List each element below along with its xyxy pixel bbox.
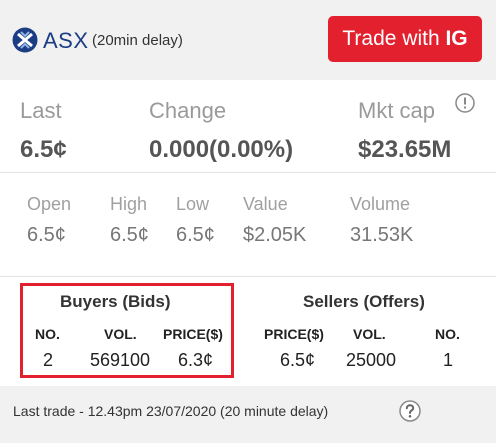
value-stat: Value $2.05K (243, 194, 306, 247)
trade-button-prefix: Trade with (342, 27, 446, 50)
trading-details: Open 6.5¢ High 6.5¢ Low 6.5¢ Value $2.05… (0, 172, 496, 276)
mkt-cap-value: $23.65M (358, 136, 452, 163)
buyers-no-header: NO. (35, 326, 60, 342)
last-label: Last (20, 98, 62, 123)
price-change: Change 0.000(0.00%) (149, 98, 293, 164)
buyers-vol-value: 569100 (90, 350, 151, 370)
sellers-vol-value: 25000 (346, 350, 397, 370)
low-value: 6.5¢ (176, 224, 215, 246)
mkt-cap-label: Mkt cap (358, 98, 436, 123)
delay-note: (20min delay) (92, 32, 183, 49)
buyers-no-value: 2 (43, 350, 54, 370)
trade-button-brand: IG (445, 27, 468, 50)
high-value: 6.5¢ (110, 224, 149, 246)
sellers-vol-header: VOL. (353, 326, 386, 342)
asx-logo-icon (12, 27, 38, 53)
volume-value: 31.53K (350, 224, 414, 246)
header-bar: ASX (20min delay) Trade with IG (0, 0, 496, 80)
question-icon[interactable] (399, 400, 421, 422)
market-cap: Mkt cap $23.65M (358, 98, 451, 164)
info-icon[interactable] (455, 93, 475, 113)
last-value: 6.5¢ (20, 136, 67, 163)
value-value: $2.05K (243, 224, 307, 246)
high-label: High (110, 194, 148, 214)
open-value: 6.5¢ (27, 224, 66, 246)
trade-with-ig-button[interactable]: Trade with IG (328, 16, 482, 62)
buyers-vol-header: VOL. (104, 326, 137, 342)
volume-label: Volume (350, 194, 411, 214)
price-summary: Last 6.5¢ Change 0.000(0.00%) Mkt cap $2… (0, 80, 496, 172)
change-label: Change (149, 98, 227, 123)
sellers-no-value: 1 (443, 350, 454, 370)
last-trade-text: Last trade - 12.43pm 23/07/2020 (20 minu… (13, 403, 329, 419)
footer-bar: Last trade - 12.43pm 23/07/2020 (20 minu… (0, 386, 496, 443)
buyers-price-header: PRICE($) (163, 326, 223, 342)
value-label: Value (243, 194, 288, 214)
open-label: Open (27, 194, 72, 214)
sellers-title: Sellers (Offers) (303, 292, 425, 311)
last-price: Last 6.5¢ (20, 98, 67, 164)
sellers-price-value: 6.5¢ (280, 350, 316, 370)
order-book: Buyers (Bids) NO. VOL. PRICE($) 2 569100… (0, 276, 496, 386)
volume-stat: Volume 31.53K (350, 194, 413, 247)
sellers-no-header: NO. (435, 326, 460, 342)
exchange-name: ASX (43, 28, 89, 53)
buyers-price-value: 6.3¢ (178, 350, 214, 370)
asx-quote-widget: ASX (20min delay) Trade with IG Last 6.5… (0, 0, 496, 443)
sellers-price-header: PRICE($) (264, 326, 324, 342)
change-value: 0.000(0.00%) (149, 136, 294, 163)
low-label: Low (176, 194, 210, 214)
low-stat: Low 6.5¢ (176, 194, 215, 247)
buyers-title: Buyers (Bids) (60, 292, 171, 311)
open-stat: Open 6.5¢ (27, 194, 71, 247)
high-stat: High 6.5¢ (110, 194, 149, 247)
